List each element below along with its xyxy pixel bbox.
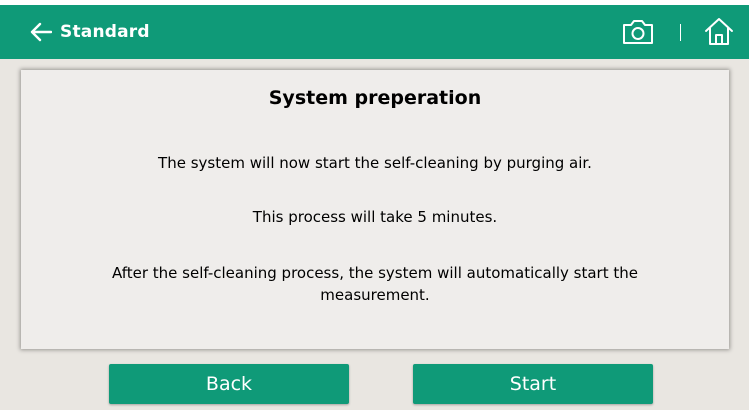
home-button[interactable] — [703, 17, 735, 47]
home-icon — [705, 18, 733, 45]
camera-icon — [623, 20, 653, 44]
back-nav-button[interactable]: Standard — [30, 18, 150, 46]
start-button[interactable]: Start — [413, 364, 653, 404]
header-divider — [680, 24, 681, 41]
dialog-text-duration: This process will take 5 minutes. — [252, 208, 498, 226]
header-bar: Standard — [0, 5, 749, 59]
arrow-left-icon — [30, 22, 52, 42]
camera-button[interactable] — [621, 18, 655, 46]
dialog-title: System preperation — [268, 87, 482, 109]
dialog-text-measurement: After the self-cleaning process, the sys… — [111, 264, 638, 304]
preparation-dialog: System preperation The system will now s… — [21, 70, 729, 349]
dialog-text-purge: The system will now start the self-clean… — [158, 154, 592, 172]
back-nav-label: Standard — [60, 22, 150, 42]
back-button[interactable]: Back — [109, 364, 349, 404]
